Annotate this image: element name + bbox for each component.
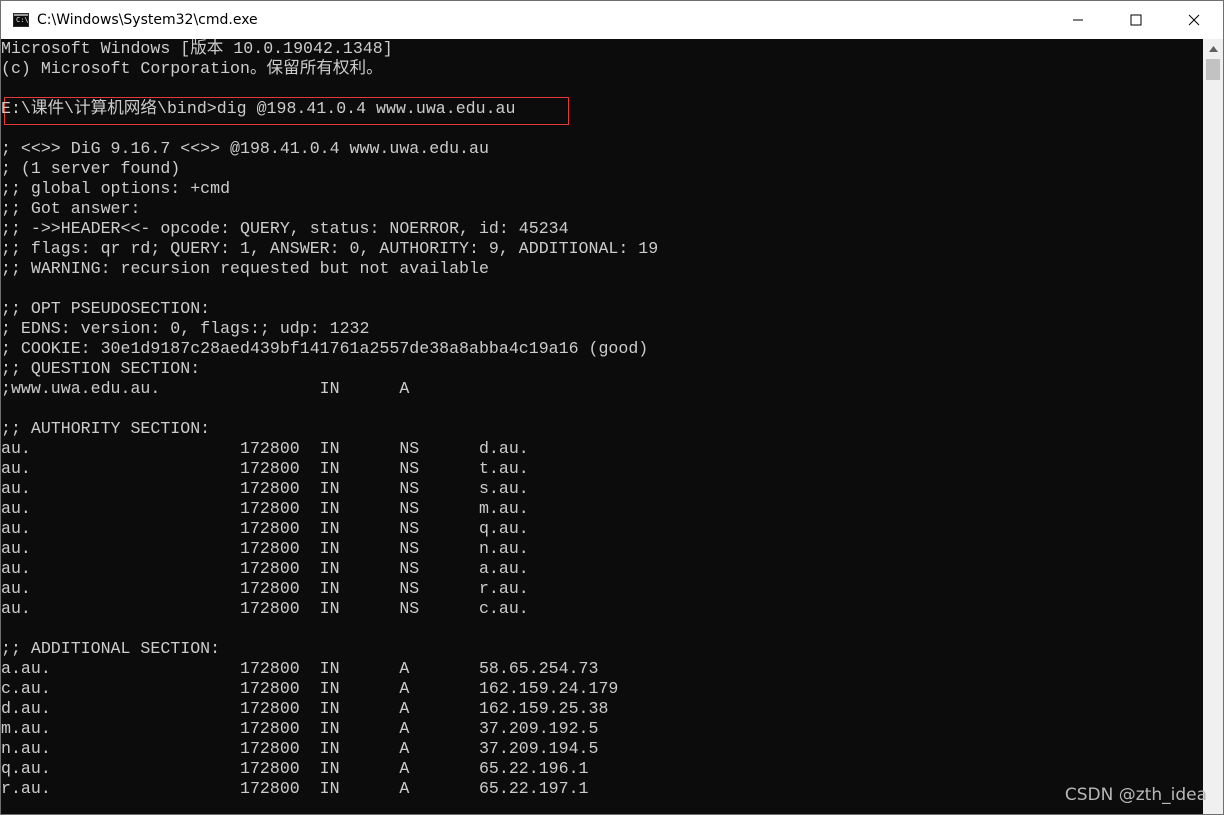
console-line: ; <<>> DiG 9.16.7 <<>> @198.41.0.4 www.u… xyxy=(1,139,489,158)
scroll-thumb[interactable] xyxy=(1206,59,1220,80)
minimize-icon xyxy=(1073,19,1083,21)
console-line: Microsoft Windows [版本 10.0.19042.1348] xyxy=(1,39,393,58)
console-line: ;; ->>HEADER<<- opcode: QUERY, status: N… xyxy=(1,219,569,238)
console-line: c.au. 172800 IN A 162.159.24.179 xyxy=(1,679,619,698)
scroll-up-button[interactable] xyxy=(1203,39,1223,58)
console-line: ;; flags: qr rd; QUERY: 1, ANSWER: 0, AU… xyxy=(1,239,659,258)
console-line: ;; AUTHORITY SECTION: xyxy=(1,419,211,438)
console-line: au. 172800 IN NS r.au. xyxy=(1,579,529,598)
console-line: au. 172800 IN NS q.au. xyxy=(1,519,529,538)
console-line: ;; QUESTION SECTION: xyxy=(1,359,201,378)
console-line: (c) Microsoft Corporation。保留所有权利。 xyxy=(1,59,383,78)
console-line: a.au. 172800 IN A 58.65.254.73 xyxy=(1,659,599,678)
cmd-window: C:\ C:\Windows\System32\cmd.exe Microsof… xyxy=(0,0,1224,815)
console-line: au. 172800 IN NS c.au. xyxy=(1,599,529,618)
console-line: m.au. 172800 IN A 37.209.192.5 xyxy=(1,719,599,738)
console-line: d.au. 172800 IN A 162.159.25.38 xyxy=(1,699,609,718)
vertical-scrollbar[interactable] xyxy=(1203,39,1223,814)
console-line: au. 172800 IN NS t.au. xyxy=(1,459,529,478)
window-title: C:\Windows\System32\cmd.exe xyxy=(37,12,258,28)
console-line: E:\课件\计算机网络\bind>dig @198.41.0.4 www.uwa… xyxy=(1,99,516,118)
console-line: r.au. 172800 IN A 65.22.197.1 xyxy=(1,779,589,798)
console-line: ;; global options: +cmd xyxy=(1,179,231,198)
console-line: au. 172800 IN NS d.au. xyxy=(1,439,529,458)
close-icon xyxy=(1188,14,1200,26)
console-line: ; COOKIE: 30e1d9187c28aed439bf141761a255… xyxy=(1,339,649,358)
console-line: au. 172800 IN NS s.au. xyxy=(1,479,529,498)
console-line: ;; OPT PSEUDOSECTION: xyxy=(1,299,211,318)
minimize-button[interactable] xyxy=(1049,1,1107,39)
console-line: au. 172800 IN NS m.au. xyxy=(1,499,529,518)
console-line: q.au. 172800 IN A 65.22.196.1 xyxy=(1,759,589,778)
title-bar[interactable]: C:\ C:\Windows\System32\cmd.exe xyxy=(1,1,1223,39)
console-line: au. 172800 IN NS a.au. xyxy=(1,559,529,578)
window-controls xyxy=(1049,1,1223,39)
console-line: ;www.uwa.edu.au. IN A xyxy=(1,379,410,398)
console-line: n.au. 172800 IN A 37.209.194.5 xyxy=(1,739,599,758)
maximize-button[interactable] xyxy=(1107,1,1165,39)
scroll-up-arrow-icon xyxy=(1208,45,1218,52)
console-line: ;; ADDITIONAL SECTION: xyxy=(1,639,221,658)
cmd-icon: C:\ xyxy=(13,13,29,27)
maximize-icon xyxy=(1130,14,1142,26)
console-line: ; (1 server found) xyxy=(1,159,181,178)
console-line: au. 172800 IN NS n.au. xyxy=(1,539,529,558)
console-line: ;; Got answer: xyxy=(1,199,141,218)
watermark: CSDN @zth_idea xyxy=(1064,785,1207,805)
close-button[interactable] xyxy=(1165,1,1223,39)
cmd-icon-text: C:\ xyxy=(16,16,29,24)
console-line: ;; WARNING: recursion requested but not … xyxy=(1,259,489,278)
console-line: ; EDNS: version: 0, flags:; udp: 1232 xyxy=(1,319,370,338)
console-output[interactable]: Microsoft Windows [版本 10.0.19042.1348] (c… xyxy=(1,39,1203,814)
